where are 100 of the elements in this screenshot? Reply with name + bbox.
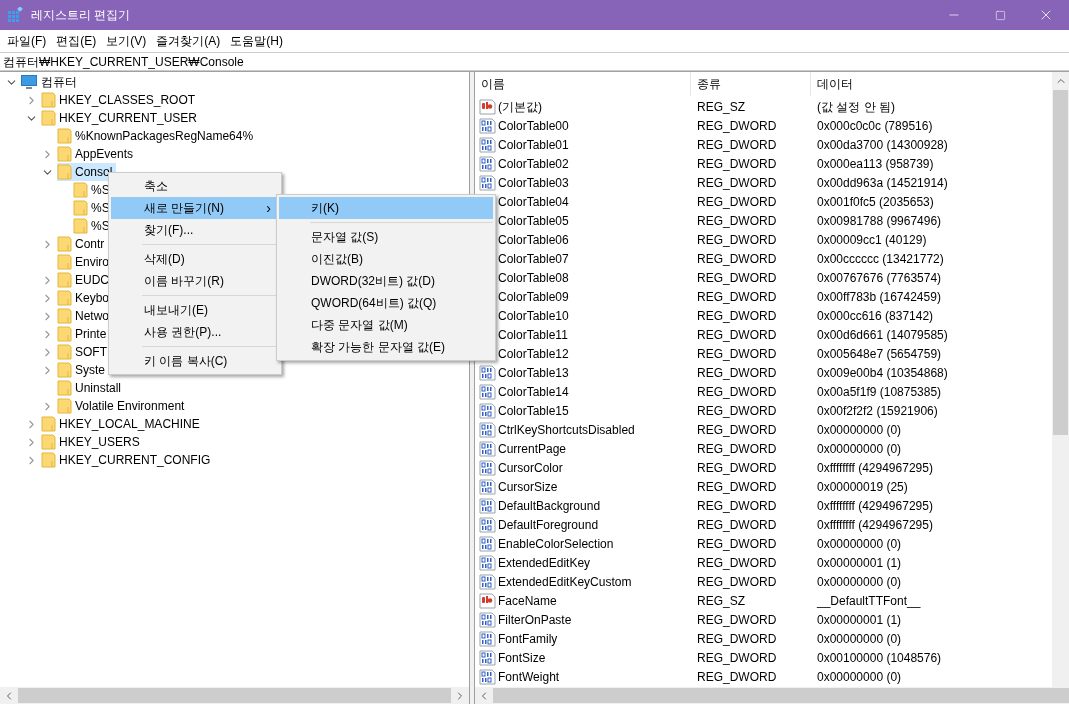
menu-item[interactable]: 확장 가능한 문자열 값(E)	[279, 336, 493, 358]
value-type: REG_DWORD	[696, 288, 778, 306]
value-name[interactable]: ColorTable01	[498, 135, 569, 154]
value-name[interactable]: ColorTable07	[498, 249, 569, 268]
tree-item[interactable]: 컴퓨터	[21, 73, 81, 91]
value-type: REG_DWORD	[696, 231, 778, 249]
menu-item[interactable]: 문자열 값(S)	[279, 226, 493, 248]
tree-item[interactable]: %KnownPackagesRegName64%	[57, 127, 258, 145]
value-name[interactable]: ExtendedEditKeyCustom	[498, 572, 632, 591]
value-name[interactable]: FontFamily	[498, 629, 558, 648]
value-data: 0x00000001 (1)	[816, 554, 902, 572]
menu-item[interactable]: DWORD(32비트) 값(D)	[279, 270, 493, 292]
tree-item[interactable]: Uninstall	[57, 379, 126, 397]
value-name[interactable]: ColorTable12	[498, 344, 569, 363]
value-name[interactable]: FontWeight	[498, 667, 560, 686]
value-type: REG_DWORD	[696, 611, 778, 629]
value-type: REG_DWORD	[696, 554, 778, 572]
tree-item[interactable]: Printe	[57, 325, 111, 343]
tree-item[interactable]: HKEY_LOCAL_MACHINE	[41, 415, 204, 433]
value-name[interactable]: CurrentPage	[498, 439, 567, 458]
computer-icon	[21, 74, 37, 90]
menu-item[interactable]: 찾기(F)...	[111, 219, 279, 241]
value-name[interactable]: DefaultForeground	[498, 515, 599, 534]
value-type: REG_SZ	[696, 592, 746, 610]
address-bar[interactable]: 컴퓨터₩HKEY_CURRENT_USER₩Console	[0, 52, 1069, 71]
menu-bar-item[interactable]: 파일(F)	[2, 32, 52, 50]
value-name[interactable]: ColorTable04	[498, 192, 569, 211]
value-name[interactable]: CursorColor	[498, 458, 563, 477]
tree-item[interactable]: HKEY_CURRENT_USER	[41, 109, 202, 127]
menu-item[interactable]: 이진값(B)	[279, 248, 493, 270]
tree-item[interactable]: HKEY_CURRENT_CONFIG	[41, 451, 215, 469]
tree-item[interactable]: Contr	[57, 235, 109, 253]
menu-item[interactable]: 새로 만들기(N) ›	[111, 197, 279, 219]
value-data: 0x00f2f2f2 (15921906)	[816, 402, 938, 420]
value-name[interactable]: ColorTable13	[498, 363, 569, 382]
binary-value-icon	[479, 630, 496, 647]
value-name[interactable]: ColorTable10	[498, 306, 569, 325]
menu-item[interactable]: 키 이름 복사(C)	[111, 350, 279, 372]
value-name[interactable]: ColorTable00	[498, 116, 569, 135]
tree-item[interactable]: Syste	[57, 361, 109, 379]
horizontal-scrollbar[interactable]	[0, 687, 469, 704]
tree-item[interactable]: HKEY_CLASSES_ROOT	[41, 91, 200, 109]
value-type: REG_DWORD	[696, 269, 778, 287]
value-name[interactable]: CursorSize	[498, 477, 558, 496]
value-name[interactable]: ColorTable03	[498, 173, 569, 192]
folder-icon	[41, 92, 56, 108]
value-type: REG_DWORD	[696, 383, 778, 401]
value-name[interactable]: ColorTable09	[498, 287, 569, 306]
value-name[interactable]: ColorTable08	[498, 268, 569, 287]
value-name[interactable]: ColorTable05	[498, 211, 569, 230]
binary-value-icon	[479, 535, 496, 552]
folder-icon	[41, 434, 56, 450]
tree-item[interactable]: EUDC	[57, 271, 113, 289]
value-name[interactable]: CtrlKeyShortcutsDisabled	[498, 420, 635, 439]
tree-item[interactable]: HKEY_USERS	[41, 433, 144, 451]
menu-item[interactable]: QWORD(64비트) 값(Q)	[279, 292, 493, 314]
menu-item[interactable]: 내보내기(E)	[111, 299, 279, 321]
value-name[interactable]: ColorTable15	[498, 401, 569, 420]
column-header[interactable]: 데이터	[811, 72, 1052, 96]
tree-item[interactable]: AppEvents	[57, 145, 138, 163]
value-name[interactable]: ExtendedEditKey	[498, 553, 591, 572]
value-data: 0x00981788 (9967496)	[816, 212, 942, 230]
tree-item[interactable]: Netwo	[57, 307, 113, 325]
menu-bar-item[interactable]: 보기(V)	[101, 32, 152, 50]
maximize-icon	[994, 9, 1006, 21]
column-header[interactable]: 종류	[691, 72, 811, 96]
menu-item[interactable]: 사용 권한(P)...	[111, 321, 279, 343]
binary-value-icon	[479, 459, 496, 476]
menu-bar-item[interactable]: 편집(E)	[51, 32, 102, 50]
value-name[interactable]: ColorTable02	[498, 154, 569, 173]
menu-bar-item[interactable]: 도움말(H)	[225, 32, 288, 50]
menu-bar-item[interactable]: 즐겨찾기(A)	[151, 32, 226, 50]
menu-item[interactable]: 삭제(D)	[111, 248, 279, 270]
tree-item[interactable]: Keybo	[57, 289, 114, 307]
value-name[interactable]: ColorTable14	[498, 382, 569, 401]
menu-item[interactable]: 이름 바꾸기(R)	[111, 270, 279, 292]
value-data: 0x009e00b4 (10354868)	[816, 364, 948, 382]
tree-item[interactable]: SOFT	[57, 343, 111, 361]
value-name[interactable]: EnableColorSelection	[498, 534, 614, 553]
menu-item[interactable]: 다중 문자열 값(M)	[279, 314, 493, 336]
value-type: REG_SZ	[696, 98, 746, 116]
menu-item[interactable]: 키(K)	[279, 197, 493, 219]
value-name[interactable]: ColorTable11	[498, 325, 568, 344]
value-type: REG_DWORD	[696, 402, 778, 420]
value-type: REG_DWORD	[696, 440, 778, 458]
folder-icon	[41, 416, 56, 432]
value-name[interactable]: ColorTable06	[498, 230, 569, 249]
tree-item[interactable]: Enviro	[57, 253, 113, 271]
value-name[interactable]: FilterOnPaste	[498, 610, 572, 629]
value-data: 0x00cccccc (13421772)	[816, 250, 944, 268]
tree-item[interactable]: Volatile Environment	[57, 397, 189, 415]
vertical-scrollbar[interactable]	[1052, 72, 1069, 687]
binary-value-icon	[479, 383, 496, 400]
value-name[interactable]: (기본값)	[498, 97, 542, 116]
value-name[interactable]: DefaultBackground	[498, 496, 601, 515]
horizontal-scrollbar[interactable]	[475, 687, 1069, 704]
value-name[interactable]: FaceName	[498, 591, 557, 610]
column-header[interactable]: 이름	[475, 72, 691, 96]
value-name[interactable]: FontSize	[498, 648, 546, 667]
value-data: 0xffffffff (4294967295)	[816, 459, 933, 477]
